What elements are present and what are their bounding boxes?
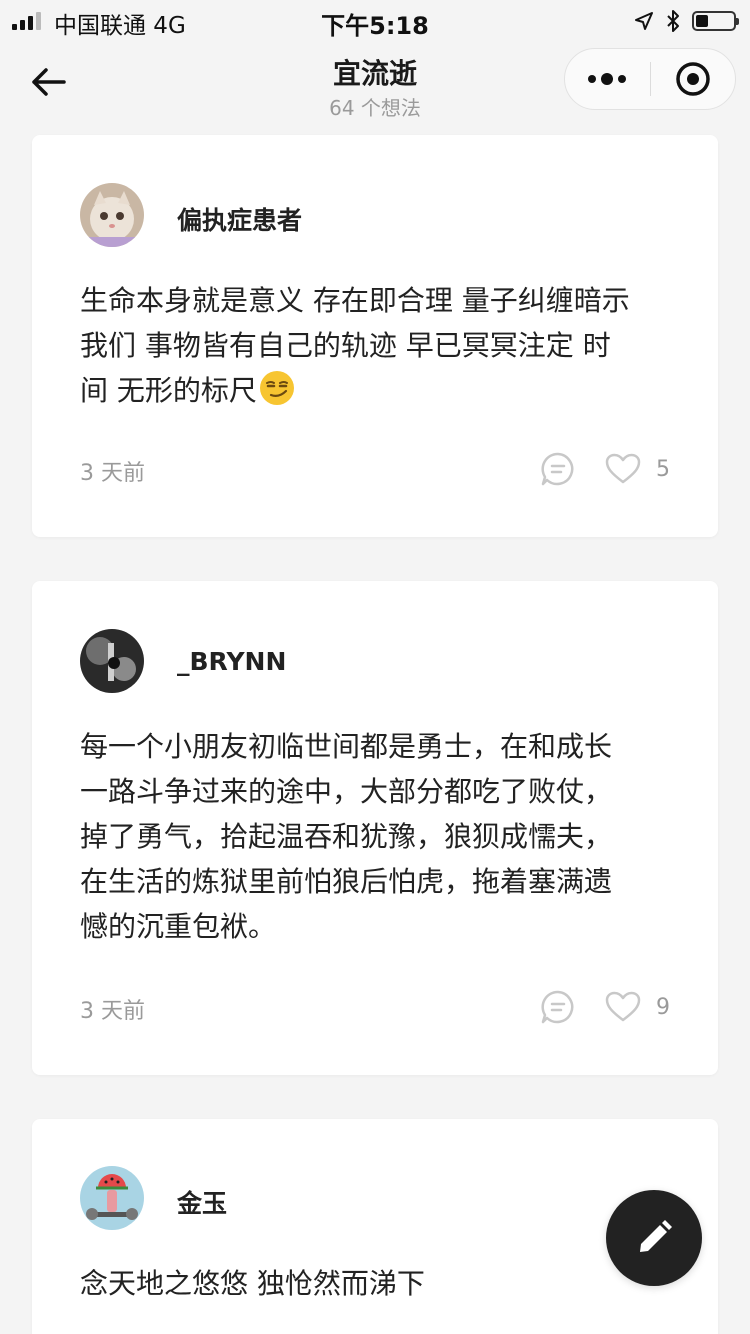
comment-icon	[541, 990, 574, 1024]
post-card: _BRYNN 每一个小朋友初临世间都是勇士，在和成长 一路斗争过来的途中，大部分…	[32, 581, 718, 1075]
avatar[interactable]	[80, 183, 144, 247]
pencil-icon	[640, 1220, 672, 1252]
post-content: 每一个小朋友初临世间都是勇士，在和成长 一路斗争过来的途中，大部分都吃了败仗， …	[80, 724, 680, 949]
smirk-emoji-icon	[259, 371, 294, 405]
avatar[interactable]	[80, 1166, 144, 1230]
cat-avatar-icon	[80, 183, 144, 247]
like-count: 5	[656, 456, 670, 482]
post-line: 生命本身就是意义 存在即合理 量子纠缠暗示	[80, 284, 630, 317]
status-bar: 中国联通 4G 下午5:18	[0, 0, 750, 40]
post-line: 掉了勇气，拾起温吞和犹豫，狼狈成懦夫，	[80, 820, 613, 853]
more-button[interactable]	[565, 49, 650, 109]
mini-program-capsule	[564, 48, 736, 110]
more-dots-icon	[588, 73, 627, 85]
avatar[interactable]	[80, 629, 144, 693]
target-circle-icon	[676, 62, 710, 96]
post-line: 念天地之悠悠 独怆然而涕下	[80, 1267, 425, 1300]
nav-bar: 宜流逝 64 个想法	[0, 40, 750, 128]
post-timestamp: 3 天前	[80, 461, 145, 486]
heart-icon	[605, 453, 641, 484]
compose-button[interactable]	[606, 1190, 702, 1286]
location-arrow-icon	[635, 12, 653, 30]
screen: 中国联通 4G 下午5:18 宜流逝 64 个想法 偏执症患者 生命本身就是意义…	[0, 0, 750, 1334]
like-button[interactable]	[604, 989, 642, 1025]
post-line: 每一个小朋友初临世间都是勇士，在和成长	[80, 730, 613, 763]
bluetooth-icon	[667, 10, 679, 32]
status-icons	[634, 8, 739, 34]
post-line: 我们 事物皆有自己的轨迹 早已冥冥注定 时	[80, 329, 611, 362]
post-content: 念天地之悠悠 独怆然而涕下	[80, 1261, 680, 1306]
close-miniprogram-button[interactable]	[651, 49, 736, 109]
like-count: 9	[656, 994, 670, 1020]
like-button[interactable]	[604, 451, 642, 487]
heart-icon	[605, 991, 641, 1022]
battery-icon	[692, 11, 739, 31]
post-line-text: 间 无形的标尺	[80, 374, 257, 407]
username[interactable]: 金玉	[177, 1184, 227, 1220]
watermelon-avatar-icon	[80, 1166, 144, 1230]
post-line: 在生活的炼狱里前怕狼后怕虎，拖着塞满遗	[80, 865, 613, 898]
post-line: 憾的沉重包袱。	[80, 910, 277, 943]
username[interactable]: _BRYNN	[177, 647, 286, 676]
username[interactable]: 偏执症患者	[177, 201, 302, 237]
post-line: 间 无形的标尺	[80, 368, 680, 413]
comment-icon	[541, 452, 574, 486]
post-card: 偏执症患者 生命本身就是意义 存在即合理 量子纠缠暗示 我们 事物皆有自己的轨迹…	[32, 135, 718, 537]
post-timestamp: 3 天前	[80, 999, 145, 1024]
post-actions: 5	[540, 449, 670, 489]
dark-photo-avatar-icon	[80, 629, 144, 693]
comment-button[interactable]	[540, 989, 576, 1025]
post-content: 生命本身就是意义 存在即合理 量子纠缠暗示 我们 事物皆有自己的轨迹 早已冥冥注…	[80, 278, 680, 413]
comment-button[interactable]	[540, 451, 576, 487]
post-actions: 9	[540, 987, 670, 1027]
post-line: 一路斗争过来的途中，大部分都吃了败仗，	[80, 775, 613, 808]
